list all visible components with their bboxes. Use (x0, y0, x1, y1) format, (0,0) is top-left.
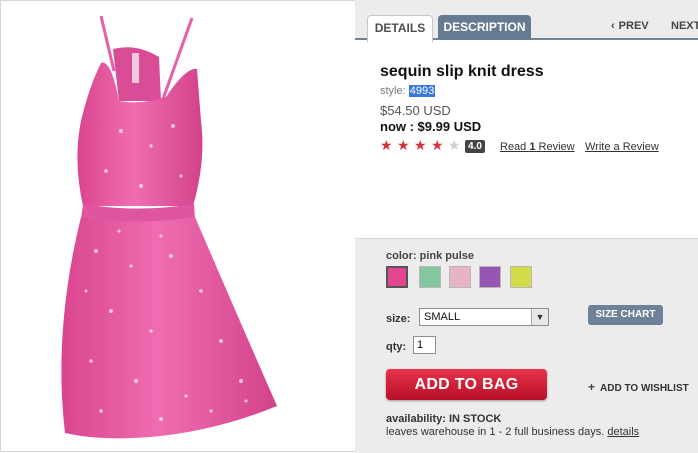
tab-description[interactable]: DESCRIPTION (438, 15, 531, 40)
add-to-bag-button[interactable]: ADD TO BAG (386, 369, 547, 400)
rating-badge: 4.0 (465, 140, 485, 153)
color-swatch-purple[interactable] (479, 266, 501, 288)
availability-status: availability: IN STOCK (386, 413, 502, 425)
star-icon: ★ (414, 137, 427, 153)
size-chart-button[interactable]: SIZE CHART (588, 305, 663, 325)
product-image-panel (0, 0, 356, 452)
tab-details[interactable]: DETAILS (367, 15, 433, 42)
read-review-link[interactable]: Read 1 Review (500, 141, 575, 153)
shipping-note: leaves warehouse in 1 - 2 full business … (386, 426, 639, 438)
product-detail-panel: DETAILS DESCRIPTION ‹ PREV NEXT sequin sl… (355, 0, 698, 453)
original-price: $54.50 USD (380, 103, 451, 118)
chevron-left-icon: ‹ (611, 20, 615, 32)
shipping-note-text: leaves warehouse in 1 - 2 full business … (386, 426, 605, 438)
product-title: sequin slip knit dress (380, 63, 544, 80)
color-swatch-light-pink[interactable] (449, 266, 471, 288)
prev-label: PREV (618, 20, 649, 32)
rating-row: ★ ★ ★ ★ ★ 4.0 Read 1 Review Write a Revi… (380, 137, 690, 155)
star-icon: ★ (431, 137, 444, 153)
add-to-wishlist-link[interactable]: + ADD TO WISHLIST (588, 380, 689, 394)
star-icon: ★ (397, 137, 410, 153)
prev-link[interactable]: ‹ PREV (611, 20, 649, 32)
read-review-prefix: Read (500, 141, 530, 153)
color-swatch-mint[interactable] (419, 266, 441, 288)
product-image (61, 15, 278, 439)
qty-input[interactable] (413, 336, 436, 354)
plus-icon: + (588, 380, 596, 394)
style-label: style: (380, 85, 406, 97)
details-link[interactable]: details (607, 426, 639, 438)
color-swatch-lime[interactable] (510, 266, 532, 288)
star-icon: ★ (380, 137, 393, 153)
size-label: size: (386, 313, 411, 325)
chevron-down-icon[interactable]: ▼ (531, 309, 548, 325)
color-label: color: pink pulse (386, 250, 475, 262)
color-swatch-pink-pulse[interactable] (386, 266, 408, 288)
style-number: 4993 (408, 85, 436, 97)
size-select-value: SMALL (424, 311, 461, 323)
tabs-bar: DETAILS DESCRIPTION ‹ PREV NEXT (355, 0, 698, 42)
star-empty-icon: ★ (448, 137, 461, 153)
style-line: style: 4993 (380, 85, 690, 97)
next-link[interactable]: NEXT (671, 20, 698, 32)
sale-price: now : $9.99 USD (380, 119, 482, 134)
write-review-link[interactable]: Write a Review (585, 141, 659, 153)
read-review-suffix: Review (535, 141, 575, 153)
product-info: sequin slip knit dress style: 4993 $54.5… (380, 62, 690, 155)
size-select[interactable]: SMALL ▼ (419, 308, 549, 326)
qty-label: qty: (386, 341, 407, 353)
add-to-wishlist-label: ADD TO WISHLIST (600, 383, 689, 394)
purchase-options: color: pink pulse size: SMALL ▼ SIZE CHA… (355, 238, 698, 453)
